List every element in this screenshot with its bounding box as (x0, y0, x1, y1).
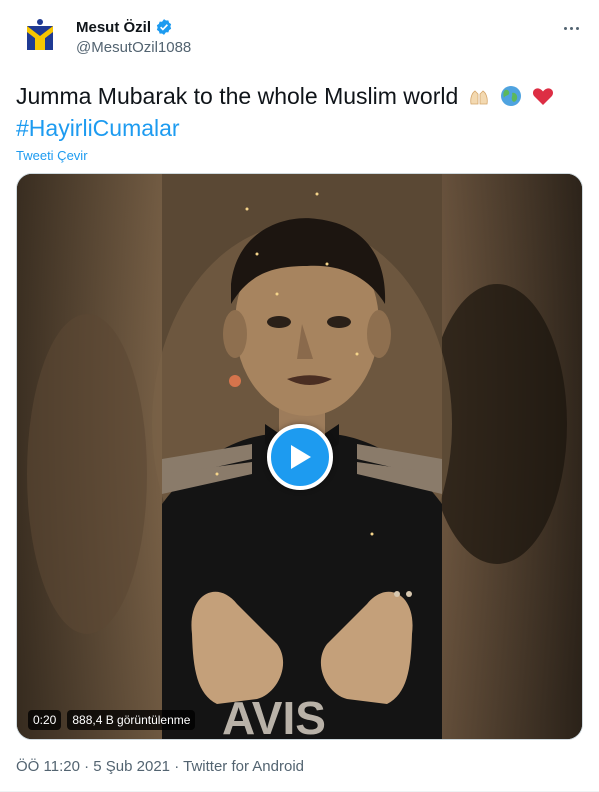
author-name[interactable]: Mesut Özil (76, 19, 151, 36)
play-icon (291, 445, 311, 469)
tweet-text: Jumma Mubarak to the whole Muslim world … (16, 80, 586, 144)
tweet-time[interactable]: ÖÖ 11:20 (16, 758, 80, 775)
video-view-count: 888,4 B görüntülenme (67, 710, 196, 730)
praying-hands-icon (470, 90, 488, 105)
verified-badge-icon (156, 19, 172, 35)
tweet-date[interactable]: 5 Şub 2021 (93, 758, 170, 775)
more-options-icon[interactable] (561, 18, 581, 38)
red-heart-icon (533, 88, 554, 105)
globe-icon (501, 86, 522, 106)
translate-tweet-link[interactable]: Tweeti Çevir (16, 148, 88, 163)
video-overlay: 0:20 888,4 B görüntülenme (28, 710, 196, 730)
tweet-meta: ÖÖ 11:20 · 5 Şub 2021 · Twitter for Andr… (16, 758, 304, 775)
meta-separator: · (84, 758, 90, 775)
play-button[interactable] (267, 424, 333, 490)
tweet-source[interactable]: Twitter for Android (183, 758, 304, 775)
tweet-body: Jumma Mubarak to the whole Muslim world (16, 83, 459, 109)
author-handle[interactable]: @MesutOzil1088 (76, 39, 191, 56)
m10-logo-icon (27, 19, 53, 50)
svg-text:AVIS: AVIS (222, 692, 326, 740)
author-name-row[interactable]: Mesut Özil (76, 18, 173, 36)
meta-separator: · (174, 758, 180, 775)
video-duration: 0:20 (28, 710, 62, 730)
tweet: Mesut Özil @MesutOzil1088 Jumma Mubarak … (0, 0, 599, 792)
hashtag-link[interactable]: #HayirliCumalar (16, 115, 180, 141)
avatar[interactable] (16, 12, 64, 60)
